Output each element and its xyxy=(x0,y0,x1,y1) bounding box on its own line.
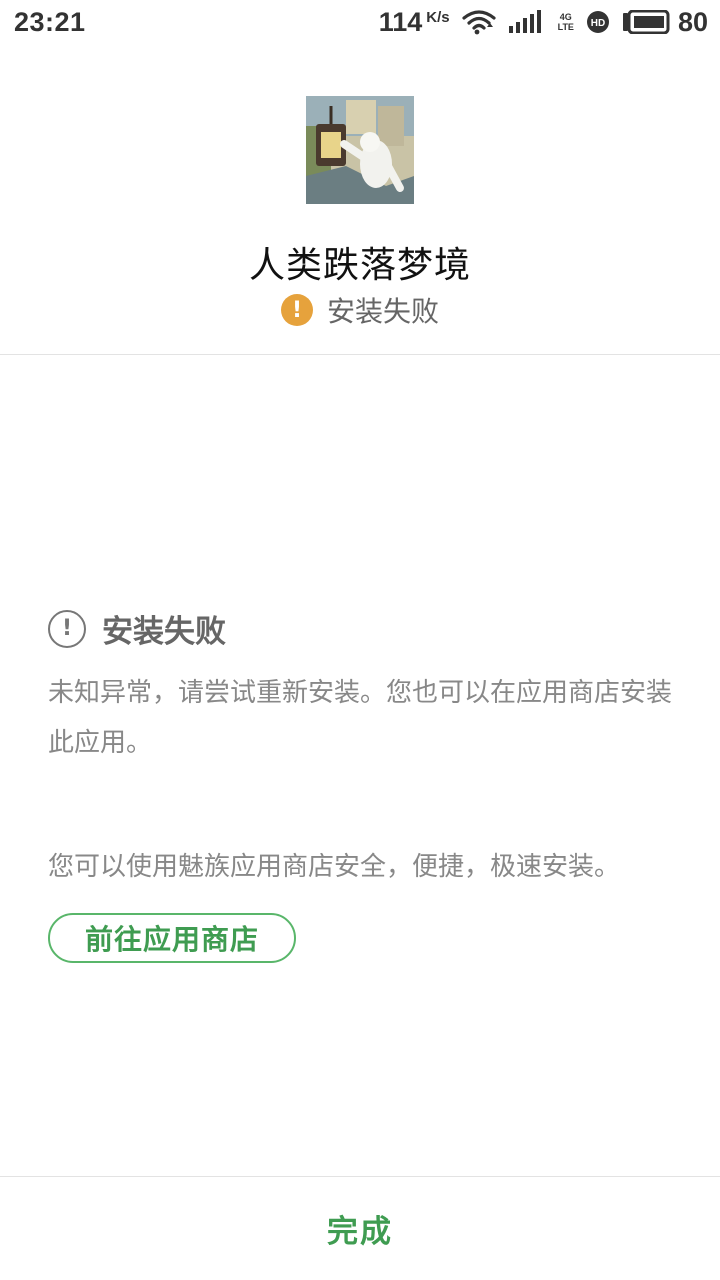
failure-description: 未知异常，请尝试重新安装。您也可以在应用商店安装此应用。 xyxy=(48,678,673,758)
network-speed: 114 K/s xyxy=(379,7,450,38)
clock: 23:21 xyxy=(14,6,86,37)
install-status-line: ! 安装失败 xyxy=(0,290,720,330)
hd-icon: HD xyxy=(586,10,610,34)
warning-icon: ! xyxy=(280,294,313,326)
store-hint-text: 您可以使用魅族应用商店安全，便捷，极速安装。 xyxy=(48,852,621,882)
speed-unit: K/s xyxy=(426,8,450,26)
app-name: 人类跌落梦境 xyxy=(248,245,471,286)
status-bar: 23:21 114 K/s 4G LTE HD 80 xyxy=(0,0,720,44)
speed-value: 114 xyxy=(378,6,423,37)
battery-level: 80 xyxy=(677,6,708,37)
status-icons: 114 K/s 4G LTE HD 80 xyxy=(379,7,708,38)
install-result-screen: 23:21 114 K/s 4G LTE HD 80 人类跌落梦境 ! 安装失败… xyxy=(0,0,720,1280)
network-type: 4G xyxy=(559,12,572,22)
battery-icon xyxy=(622,10,670,34)
svg-text:HD: HD xyxy=(591,18,605,29)
header-divider xyxy=(0,354,720,355)
alert-circle-icon: ! xyxy=(48,609,86,648)
install-status-text: 安装失败 xyxy=(326,295,439,328)
failure-title: 安装失败 xyxy=(102,614,226,650)
open-app-store-button[interactable]: 前往应用商店 xyxy=(48,913,296,963)
network-sub: LTE xyxy=(557,22,574,32)
done-button[interactable]: 完成 xyxy=(0,1177,720,1280)
wifi-icon xyxy=(462,9,496,35)
signal-icon xyxy=(508,10,546,34)
network-type-badge: 4G LTE xyxy=(558,12,574,32)
failure-heading: ! 安装失败 xyxy=(48,606,226,651)
game-app-icon xyxy=(306,96,414,204)
